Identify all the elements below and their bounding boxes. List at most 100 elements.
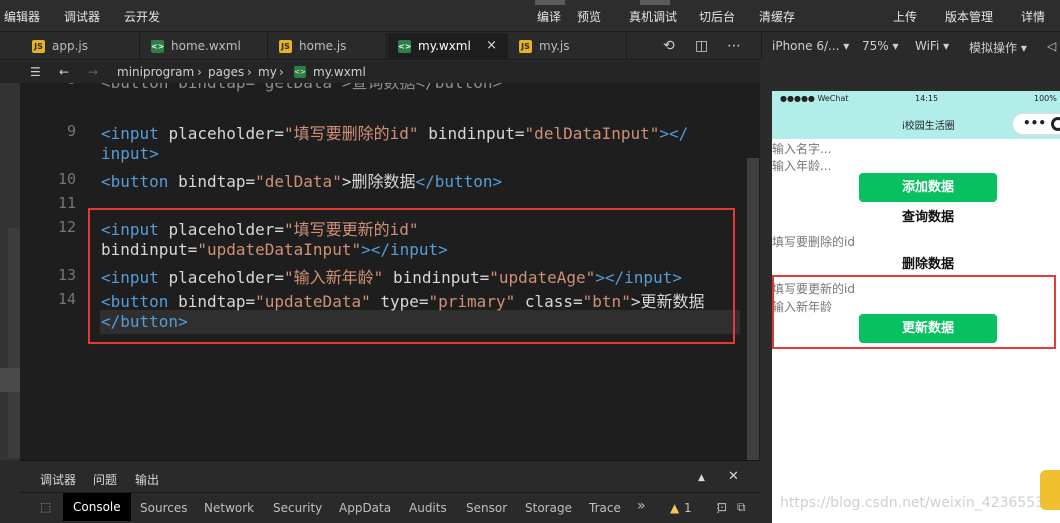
line-number: 9 — [66, 122, 76, 140]
breadcrumb-item[interactable]: miniprogram — [117, 65, 194, 79]
toolbar-debug-icon — [640, 0, 670, 5]
toolbar-clear-cache-button[interactable]: 清缓存 — [759, 8, 795, 25]
list-icon[interactable]: ☰ — [30, 65, 41, 79]
activity-bar-selection[interactable] — [0, 368, 20, 392]
more-tabs-icon[interactable]: » — [637, 498, 646, 514]
warning-icon[interactable]: ▲ — [670, 501, 679, 515]
js-file-icon: JS — [519, 40, 532, 53]
tab-audits[interactable]: Audits — [409, 501, 447, 515]
close-icon[interactable]: ✕ — [728, 469, 739, 484]
ide-window: 编辑器 调试器 云开发 编译 预览 真机调试 切后台 清缓存 上传 版本管理 详… — [0, 0, 1060, 523]
more-icon[interactable]: ⋯ — [727, 38, 741, 54]
close-miniprogram-icon[interactable] — [1051, 117, 1060, 131]
toolbar-cloud-button[interactable]: 云开发 — [124, 8, 160, 25]
toolbar-remote-debug-button[interactable]: 真机调试 — [629, 8, 677, 25]
network-select[interactable]: WiFi ▾ — [915, 39, 949, 53]
page-title: i校园生活圈 — [902, 121, 955, 132]
tab-security[interactable]: Security — [273, 501, 322, 515]
back-arrow-icon[interactable]: ← — [59, 65, 69, 79]
collapse-icon[interactable]: ▲ — [698, 473, 705, 483]
toolbar-compile-button[interactable]: 编译 — [537, 8, 561, 25]
toolbar-version-button[interactable]: 版本管理 — [945, 8, 993, 25]
debugger-panel-header: 调试器 问题 输出 ▲ ✕ — [20, 460, 760, 494]
more-icon[interactable]: ••• — [1023, 116, 1046, 130]
zoom-select[interactable]: 75% ▾ — [862, 39, 899, 53]
tab-home-js[interactable]: JS home.js — [269, 33, 387, 60]
undock-icon[interactable]: ⧉ — [737, 500, 746, 515]
line-number: 13 — [57, 266, 76, 284]
tab-label: home.js — [299, 39, 347, 53]
split-editor-icon[interactable]: ◫ — [695, 38, 708, 54]
tab-network[interactable]: Network — [204, 501, 254, 515]
toolbar-editor-button[interactable]: 编辑器 — [4, 8, 40, 25]
tab-sensor[interactable]: Sensor — [466, 501, 507, 515]
tab-console[interactable]: Console — [63, 493, 131, 521]
tab-my-js[interactable]: JS my.js — [509, 33, 627, 60]
activity-bar-panel — [8, 228, 20, 458]
simulate-action-select[interactable]: 模拟操作 ▾ — [969, 39, 1027, 56]
watermark: https://blog.csdn.net/weixin_42365530 — [780, 495, 1054, 511]
forward-arrow-icon[interactable]: → — [88, 65, 98, 79]
query-data-button[interactable]: 查询数据 — [859, 207, 997, 229]
toolbar-preview-button[interactable]: 预览 — [577, 8, 601, 25]
navigation-bar: i校园生活圈 ••• — [772, 108, 1060, 139]
line-number: 14 — [57, 290, 76, 308]
code-line: <input placeholder="填写要删除的id" bindinput=… — [101, 124, 689, 143]
activity-bar — [0, 83, 20, 460]
capsule-menu[interactable]: ••• — [1012, 113, 1060, 135]
status-time: 14:15 — [915, 94, 939, 103]
age-input[interactable]: 输入年龄... — [772, 157, 831, 174]
tab-trace[interactable]: Trace — [589, 501, 621, 515]
status-bar: ●●●●● WeChat 14:15 100% — [772, 91, 1060, 108]
simulator-divider[interactable] — [761, 60, 772, 523]
simulator-highlight-box — [772, 275, 1056, 349]
tab-sources[interactable]: Sources — [140, 501, 187, 515]
line-number: 10 — [57, 170, 76, 188]
inspect-icon[interactable]: ⬚ — [40, 500, 51, 514]
toolbar-background-button[interactable]: 切后台 — [699, 8, 735, 25]
editor-tabs: JS app.js <> home.wxml JS home.js <> my.… — [0, 33, 760, 60]
close-icon[interactable]: × — [486, 38, 497, 53]
wxml-file-icon: <> — [151, 40, 165, 53]
breadcrumb-separator: › — [279, 65, 284, 79]
tab-label: my.wxml — [418, 39, 471, 53]
tab-appdata[interactable]: AppData — [339, 501, 391, 515]
top-toolbar: 编辑器 调试器 云开发 编译 预览 真机调试 切后台 清缓存 上传 版本管理 详… — [0, 0, 1060, 32]
tab-label: home.wxml — [171, 39, 241, 53]
device-select[interactable]: iPhone 6/... ▾ — [772, 39, 849, 53]
tab-label: my.js — [539, 39, 570, 53]
delete-id-input[interactable]: 填写要删除的id — [772, 233, 855, 250]
editor-scrollbar[interactable] — [747, 158, 759, 460]
code-editor[interactable]: 8 9 10 11 12 13 14 <button bindtap="getD… — [20, 83, 760, 460]
tab-debugger[interactable]: 调试器 — [40, 471, 77, 494]
js-file-icon: JS — [279, 40, 292, 53]
delete-data-button[interactable]: 删除数据 — [859, 254, 997, 276]
tab-label: app.js — [52, 39, 88, 53]
breadcrumb-item[interactable]: pages — [208, 65, 244, 79]
wxml-file-icon: <> — [294, 66, 306, 78]
warning-count: 1 — [684, 501, 692, 515]
dock-icon[interactable]: ⊡ — [717, 500, 727, 514]
tab-app-js[interactable]: JS app.js — [22, 33, 140, 60]
breadcrumb-item[interactable]: my.wxml — [313, 65, 366, 79]
toolbar-compile-icon — [535, 0, 565, 5]
breadcrumb-item[interactable]: my — [258, 65, 277, 79]
line-number: 12 — [57, 218, 76, 236]
add-data-button[interactable]: 添加数据 — [859, 173, 997, 202]
tab-storage[interactable]: Storage — [525, 501, 572, 515]
tab-my-wxml[interactable]: <> my.wxml × — [388, 33, 508, 60]
tab-home-wxml[interactable]: <> home.wxml — [141, 33, 268, 60]
tab-output[interactable]: 输出 — [135, 471, 159, 488]
volume-icon[interactable]: ◁ — [1047, 39, 1056, 53]
tab-problems[interactable]: 问题 — [93, 471, 117, 488]
toolbar-debugger-button[interactable]: 调试器 — [64, 8, 100, 25]
code-line: input> — [101, 144, 159, 163]
name-input[interactable]: 输入名字... — [772, 140, 831, 157]
toolbar-upload-button[interactable]: 上传 — [893, 8, 917, 25]
toolbar-details-button[interactable]: 详情 — [1021, 8, 1045, 25]
code-line: <button bindtap="getData">查询数据</button> — [101, 83, 502, 93]
devtools-tabs: ⬚ Console Sources Network Security AppDa… — [20, 492, 760, 523]
simulator-toolbar: iPhone 6/... ▾ 75% ▾ WiFi ▾ 模拟操作 ▾ ◁ — [761, 33, 1060, 60]
highlight-box — [88, 208, 735, 344]
branch-icon[interactable]: ⟲ — [663, 38, 675, 54]
